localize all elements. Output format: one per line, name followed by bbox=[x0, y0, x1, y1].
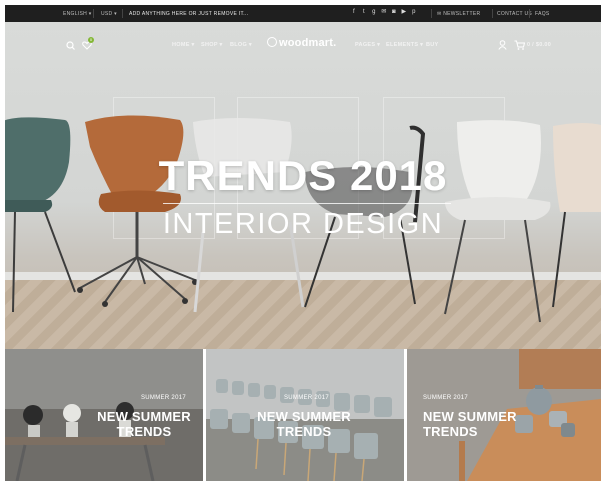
promo-title: NEW SUMMER TRENDS bbox=[97, 409, 191, 439]
language-selector[interactable]: ENGLISH ▾ bbox=[63, 11, 92, 17]
social-links: f t g ✉ ◙ ▶ p bbox=[351, 9, 417, 16]
hero-title: TRENDS 2018 bbox=[158, 152, 448, 199]
divider bbox=[431, 9, 432, 18]
youtube-icon[interactable]: ▶ bbox=[401, 9, 407, 16]
divider bbox=[529, 9, 530, 18]
nav-buy[interactable]: BUY bbox=[426, 42, 439, 48]
divider bbox=[93, 9, 94, 18]
main-header: 0 HOME ▾ SHOP ▾ BLOG ▾ woodmart. PAGES ▾… bbox=[5, 22, 601, 62]
promo-kicker: SUMMER 2017 bbox=[141, 395, 186, 401]
email-icon[interactable]: ✉ bbox=[381, 9, 387, 16]
site-logo[interactable]: woodmart. bbox=[267, 37, 336, 49]
cart-icon[interactable] bbox=[514, 40, 525, 50]
nav-pages[interactable]: PAGES ▾ bbox=[355, 42, 380, 48]
announcement-text: ADD ANYTHING HERE OR JUST REMOVE IT... bbox=[129, 11, 249, 17]
nav-shop[interactable]: SHOP ▾ bbox=[201, 42, 223, 48]
promo-card[interactable]: SUMMER 2017 NEW SUMMER TRENDS bbox=[206, 349, 404, 481]
promo-title: NEW SUMMER TRENDS bbox=[257, 409, 351, 439]
envelope-icon: ✉ bbox=[437, 11, 442, 17]
promo-card[interactable]: SUMMER 2017 NEW SUMMER TRENDS bbox=[407, 349, 601, 481]
top-bar: ENGLISH ▾ USD ▾ ADD ANYTHING HERE OR JUS… bbox=[5, 5, 601, 22]
page: ENGLISH ▾ USD ▾ ADD ANYTHING HERE OR JUS… bbox=[5, 5, 601, 481]
divider bbox=[122, 9, 123, 18]
logo-mark-icon bbox=[267, 37, 277, 47]
instagram-icon[interactable]: ◙ bbox=[391, 9, 397, 16]
hero-divider bbox=[163, 203, 451, 204]
account-icon[interactable] bbox=[498, 40, 507, 50]
twitter-icon[interactable]: t bbox=[361, 9, 367, 16]
wishlist-count-badge: 0 bbox=[88, 37, 94, 43]
promo-title: NEW SUMMER TRENDS bbox=[423, 409, 517, 439]
contact-link[interactable]: CONTACT US bbox=[497, 11, 532, 17]
pinterest-icon[interactable]: p bbox=[411, 9, 417, 16]
google-plus-icon[interactable]: g bbox=[371, 9, 377, 16]
faqs-link[interactable]: FAQS bbox=[535, 11, 550, 17]
promo-kicker: SUMMER 2017 bbox=[423, 395, 468, 401]
hero-subtitle: INTERIOR DESIGN bbox=[162, 208, 444, 240]
nav-home[interactable]: HOME ▾ bbox=[172, 42, 195, 48]
promo-kicker: SUMMER 2017 bbox=[284, 395, 329, 401]
cart-summary[interactable]: 0 / $0.00 bbox=[527, 42, 551, 48]
facebook-icon[interactable]: f bbox=[351, 9, 357, 16]
newsletter-link[interactable]: ✉ NEWSLETTER bbox=[437, 11, 480, 17]
promo-card[interactable]: SUMMER 2017 NEW SUMMER TRENDS bbox=[5, 349, 203, 481]
nav-blog[interactable]: BLOG ▾ bbox=[230, 42, 252, 48]
currency-selector[interactable]: USD ▾ bbox=[101, 11, 117, 17]
divider bbox=[492, 9, 493, 18]
search-icon[interactable] bbox=[66, 41, 75, 50]
nav-elements[interactable]: ELEMENTS ▾ bbox=[386, 42, 423, 48]
hero-banner: TRENDS 2018 INTERIOR DESIGN bbox=[5, 22, 601, 349]
